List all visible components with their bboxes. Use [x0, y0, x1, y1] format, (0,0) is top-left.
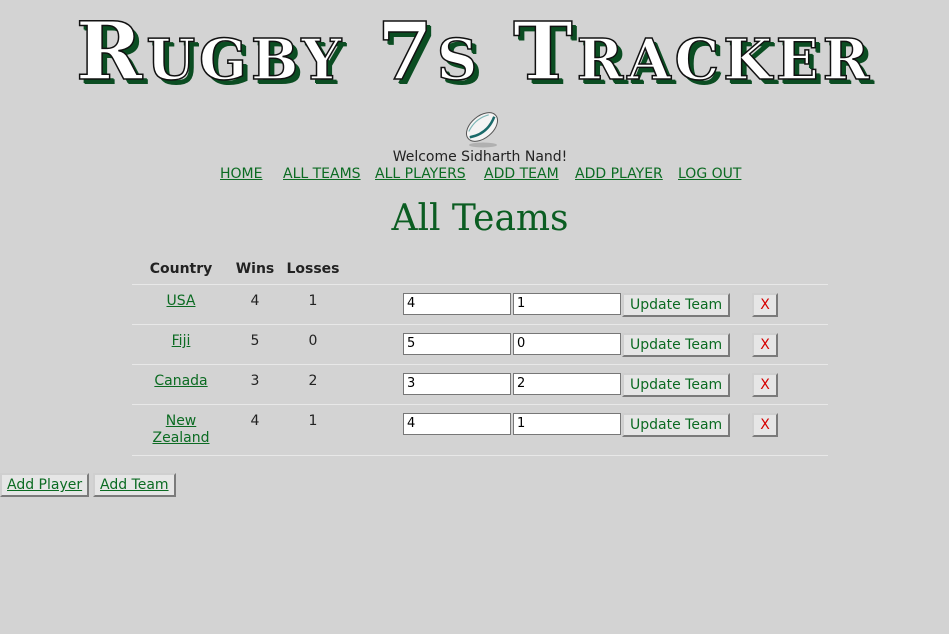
column-header-country: Country	[132, 254, 230, 285]
rugby-ball-icon	[466, 112, 498, 148]
wins-cell: 3	[230, 364, 280, 405]
delete-team-button[interactable]: X	[752, 333, 778, 357]
nav-link-home[interactable]: HOME	[220, 166, 262, 182]
column-header-losses: Losses	[280, 254, 346, 285]
losses-cell: 0	[280, 324, 346, 365]
wins-input[interactable]	[403, 293, 511, 315]
site-banner-title: Rugby 7s Tracker	[75, 4, 874, 98]
losses-cell: 1	[280, 284, 346, 325]
team-link-new-zealand[interactable]: New Zealand	[152, 413, 209, 446]
nav-link-all-teams[interactable]: ALL TEAMS	[283, 166, 361, 182]
delete-team-button[interactable]: X	[752, 373, 778, 397]
nav-link-all-players[interactable]: ALL PLAYERS	[375, 166, 466, 182]
losses-input[interactable]	[513, 333, 621, 355]
table-row: New Zealand 4 1 Update Team X	[132, 404, 828, 456]
table-header-row: Country Wins Losses	[132, 254, 828, 285]
table-row: USA 4 1 Update Team X	[132, 284, 828, 325]
nav-link-log-out[interactable]: LOG OUT	[678, 166, 741, 182]
wins-cell: 4	[230, 284, 280, 325]
wins-input[interactable]	[403, 333, 511, 355]
update-team-button[interactable]: Update Team	[622, 333, 731, 357]
team-link-canada[interactable]: Canada	[154, 373, 207, 389]
welcome-message: Welcome Sidharth Nand!	[392, 149, 568, 165]
add-team-button[interactable]: Add Team	[93, 473, 176, 497]
column-header-wins: Wins	[230, 254, 280, 285]
team-link-fiji[interactable]: Fiji	[172, 333, 191, 349]
losses-input[interactable]	[513, 373, 621, 395]
team-link-usa[interactable]: USA	[167, 293, 196, 309]
delete-team-button[interactable]: X	[752, 413, 778, 437]
losses-input[interactable]	[513, 293, 621, 315]
page-title: All Teams	[391, 198, 569, 239]
update-team-button[interactable]: Update Team	[622, 293, 731, 317]
losses-cell: 2	[280, 364, 346, 405]
losses-input[interactable]	[513, 413, 621, 435]
wins-cell: 5	[230, 324, 280, 365]
wins-input[interactable]	[403, 373, 511, 395]
add-player-button[interactable]: Add Player	[0, 473, 90, 497]
losses-cell: 1	[280, 404, 346, 456]
teams-table: Country Wins Losses USA 4 1 Update Team …	[132, 254, 828, 456]
table-row: Canada 3 2 Update Team X	[132, 364, 828, 405]
update-team-button[interactable]: Update Team	[622, 373, 731, 397]
update-team-button[interactable]: Update Team	[622, 413, 731, 437]
wins-input[interactable]	[403, 413, 511, 435]
nav-link-add-team[interactable]: ADD TEAM	[484, 166, 559, 182]
table-row: Fiji 5 0 Update Team X	[132, 324, 828, 365]
delete-team-button[interactable]: X	[752, 293, 778, 317]
wins-cell: 4	[230, 404, 280, 456]
nav-link-add-player[interactable]: ADD PLAYER	[575, 166, 663, 182]
